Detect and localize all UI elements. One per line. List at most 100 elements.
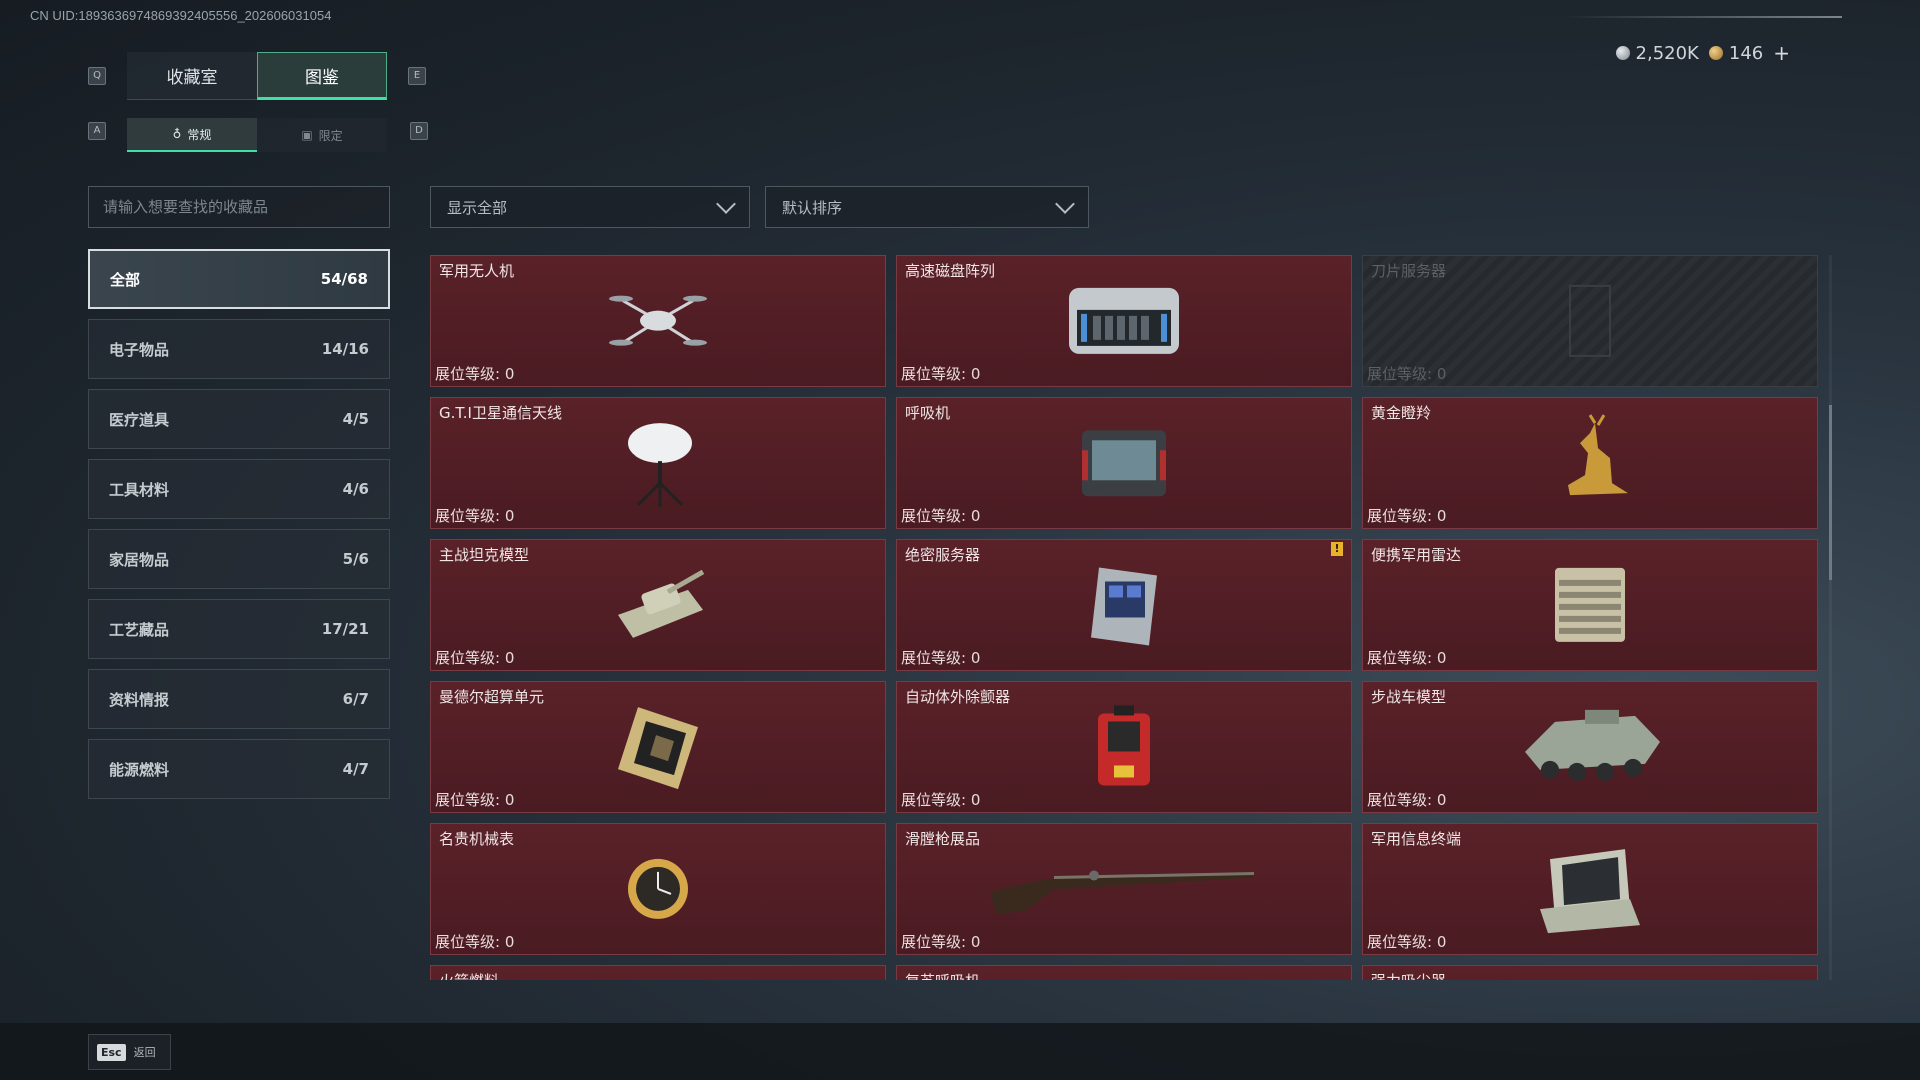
collection-item-card[interactable]: 军用无人机 展位等级: 0 — [430, 255, 886, 387]
sort-dropdown[interactable]: 默认排序 — [765, 186, 1089, 228]
category-label: 工艺藏品 — [109, 620, 170, 639]
collection-item-card[interactable]: 绝密服务器! 展位等级: 0 — [896, 539, 1352, 671]
alert-badge: ! — [1331, 542, 1343, 556]
collection-item-card[interactable]: 曼德尔超算单元展位等级: 0 — [430, 681, 886, 813]
item-name: 主战坦克模型 — [439, 546, 530, 564]
next-subtab-key[interactable]: D — [410, 122, 428, 140]
satellite-dish-icon — [608, 413, 708, 517]
scrollbar-thumb[interactable] — [1829, 405, 1832, 580]
category-label: 电子物品 — [109, 340, 170, 359]
regular-icon: ♁ — [172, 127, 182, 141]
collection-item-card[interactable]: 复苏呼吸机展位等级: 0 — [896, 965, 1352, 980]
collection-item-card[interactable]: 滑膛枪展品展位等级: 0 — [896, 823, 1352, 955]
category-count: 4/6 — [342, 480, 369, 498]
blade-server-icon — [1550, 276, 1630, 370]
item-level: 展位等级: 0 — [435, 649, 515, 667]
item-level: 展位等级: 0 — [435, 507, 515, 525]
currency-bar: 2,520K 146 + — [1615, 40, 1790, 66]
category-list: 全部 54/68 电子物品 14/16 医疗道具 4/5 工具材料 4/6 家居… — [88, 249, 390, 809]
collection-item-card[interactable]: 便携军用雷达 展位等级: 0 — [1362, 539, 1818, 671]
item-name: 步战车模型 — [1371, 688, 1447, 706]
category-count: 4/7 — [342, 760, 369, 778]
category-count: 6/7 — [342, 690, 369, 708]
category-count: 14/16 — [321, 340, 369, 358]
item-level: 展位等级: 0 — [435, 791, 515, 809]
grid-scrollbar[interactable] — [1829, 255, 1832, 980]
category-tools[interactable]: 工具材料 4/6 — [88, 459, 390, 519]
next-tab-key[interactable]: E — [408, 67, 426, 85]
filter-label: 显示全部 — [447, 198, 508, 217]
item-level: 展位等级: 0 — [435, 365, 515, 383]
ifv-icon — [1515, 702, 1665, 796]
collection-item-card[interactable]: 自动体外除颤器 展位等级: 0 — [896, 681, 1352, 813]
item-level: 展位等级: 0 — [901, 791, 981, 809]
prev-subtab-key[interactable]: A — [88, 122, 106, 140]
gold-coin-icon — [1708, 46, 1723, 60]
back-label: 返回 — [133, 1046, 156, 1059]
tab-collection-room[interactable]: 收藏室 — [127, 52, 257, 100]
sub-tabs: ♁ 常规 ▣ 限定 — [127, 118, 387, 152]
category-household[interactable]: 家居物品 5/6 — [88, 529, 390, 589]
item-name: 滑膛枪展品 — [905, 830, 981, 848]
radar-icon — [1545, 560, 1635, 654]
silver-currency: 2,520K — [1615, 43, 1699, 64]
top-decor-line — [1562, 16, 1842, 18]
category-label: 家居物品 — [109, 550, 170, 569]
category-count: 4/5 — [342, 410, 369, 428]
collection-item-card[interactable]: 强力吸尘器展位等级: 0 — [1362, 965, 1818, 980]
item-name: 曼德尔超算单元 — [439, 688, 545, 706]
collection-item-card[interactable]: 主战坦克模型展位等级: 0 — [430, 539, 886, 671]
gold-amount: 146 — [1728, 42, 1764, 64]
add-currency-button[interactable]: + — [1773, 41, 1790, 65]
collection-item-card[interactable]: 黄金瞪羚 展位等级: 0 — [1362, 397, 1818, 529]
item-name: 强力吸尘器 — [1371, 970, 1446, 980]
item-name: 刀片服务器 — [1371, 262, 1447, 280]
main-tabs: 收藏室 图鉴 — [127, 52, 387, 100]
prev-tab-key[interactable]: Q — [88, 67, 106, 85]
category-count: 54/68 — [320, 270, 368, 288]
item-name: 火箭燃料 — [439, 970, 499, 980]
item-name: G.T.I卫星通信天线 — [439, 404, 562, 422]
watch-icon — [613, 844, 703, 938]
item-name: 军用信息终端 — [1371, 830, 1462, 848]
collection-item-card[interactable]: 步战车模型 展位等级: 0 — [1362, 681, 1818, 813]
item-name: 便携军用雷达 — [1371, 546, 1462, 564]
category-count: 5/6 — [342, 550, 369, 568]
category-medical[interactable]: 医疗道具 4/5 — [88, 389, 390, 449]
category-crafts[interactable]: 工艺藏品 17/21 — [88, 599, 390, 659]
back-button[interactable]: Esc 返回 — [88, 1034, 171, 1070]
collection-item-card[interactable]: 刀片服务器展位等级: 0 — [1362, 255, 1818, 387]
tab-codex[interactable]: 图鉴 — [257, 52, 387, 100]
category-intel[interactable]: 资料情报 6/7 — [88, 669, 390, 729]
category-count: 17/21 — [321, 620, 369, 638]
collection-item-card[interactable]: 火箭燃料展位等级: 0 — [430, 965, 886, 980]
item-name: 复苏呼吸机 — [905, 970, 980, 980]
bottom-bar — [0, 1023, 1920, 1080]
item-level: 展位等级: 0 — [1367, 933, 1447, 951]
disk-array-icon — [1059, 276, 1189, 370]
subtab-regular-label: 常规 — [187, 127, 212, 142]
category-electronics[interactable]: 电子物品 14/16 — [88, 319, 390, 379]
item-name: 绝密服务器 — [905, 546, 981, 564]
search-input[interactable] — [88, 186, 390, 228]
collection-item-card[interactable]: G.T.I卫星通信天线展位等级: 0 — [430, 397, 886, 529]
item-level: 展位等级: 0 — [901, 933, 981, 951]
filter-dropdown[interactable]: 显示全部 — [430, 186, 750, 228]
subtab-limited[interactable]: ▣ 限定 — [257, 118, 387, 152]
server-icon — [1079, 557, 1169, 656]
category-energy[interactable]: 能源燃料 4/7 — [88, 739, 390, 799]
subtab-limited-label: 限定 — [318, 128, 343, 143]
collection-item-card[interactable]: 军用信息终端展位等级: 0 — [1362, 823, 1818, 955]
chevron-down-icon — [716, 194, 736, 214]
musket-icon — [984, 853, 1264, 927]
item-level: 展位等级: 0 — [1367, 365, 1447, 383]
ventilator-icon — [1074, 420, 1174, 509]
category-label: 全部 — [110, 270, 141, 289]
collection-item-card[interactable]: 高速磁盘阵列 展位等级: 0 — [896, 255, 1352, 387]
item-grid: 军用无人机 展位等级: 0 高速磁盘阵列 展位等级: 0 刀片服务器 展位等级: 0 G.T… — [430, 255, 1820, 980]
collection-item-card[interactable]: 呼吸机 展位等级: 0 — [896, 397, 1352, 529]
subtab-regular[interactable]: ♁ 常规 — [127, 118, 257, 152]
collection-item-card[interactable]: 名贵机械表 展位等级: 0 — [430, 823, 886, 955]
tank-icon — [608, 560, 708, 654]
category-all[interactable]: 全部 54/68 — [88, 249, 390, 309]
